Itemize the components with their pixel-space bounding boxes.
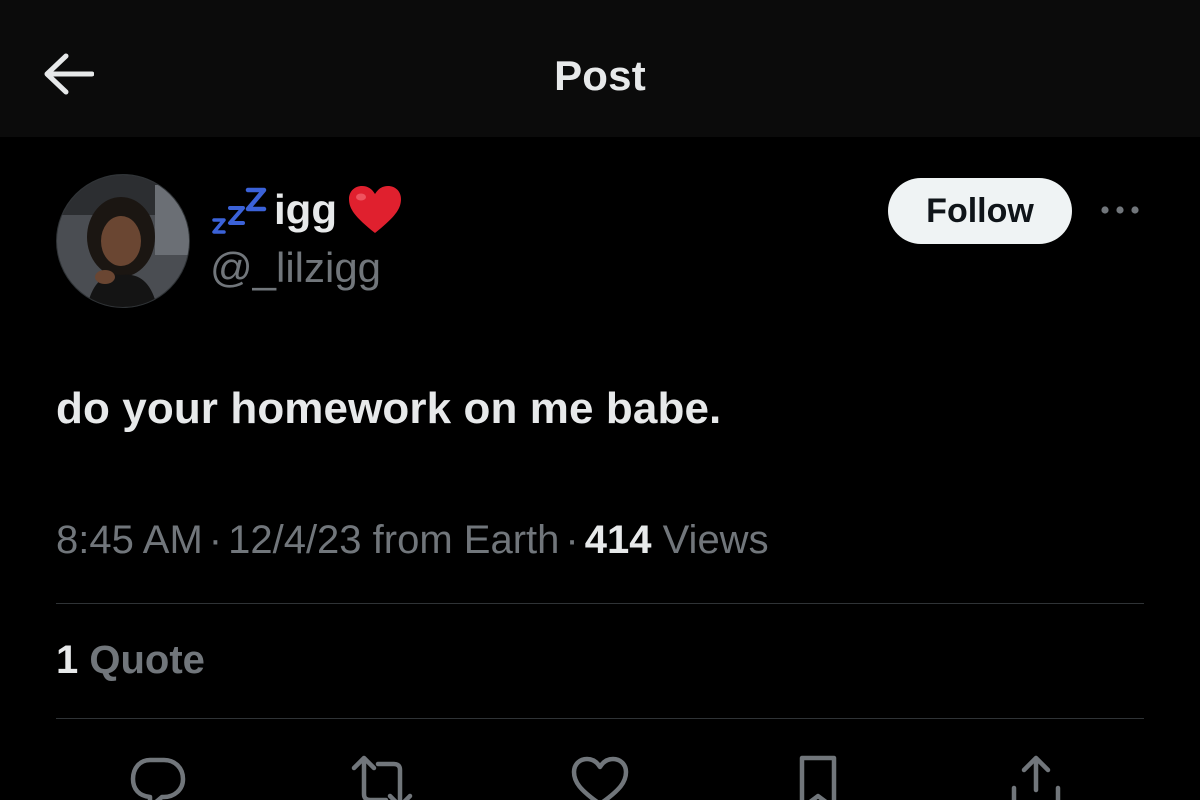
views-count: 414 — [584, 518, 652, 562]
post-meta: 8:45 AM · 12/4/23 from Earth · 414 Views — [56, 518, 769, 563]
author-name-row[interactable]: igg — [210, 182, 403, 238]
top-bar: Post — [0, 0, 1200, 137]
share-button[interactable] — [1004, 752, 1068, 800]
post-date-source: 12/4/23 from Earth — [228, 518, 560, 562]
repost-icon — [350, 752, 414, 800]
page-title: Post — [554, 52, 646, 99]
quotes-link[interactable]: 1 Quote — [56, 638, 205, 683]
divider — [56, 603, 1144, 604]
reply-button[interactable] — [126, 752, 190, 800]
bookmark-icon — [790, 752, 846, 800]
action-bar — [0, 752, 1200, 800]
avatar-image — [57, 175, 189, 307]
more-dots-icon — [1100, 202, 1140, 220]
share-icon — [1006, 752, 1066, 800]
author-handle[interactable]: @_lilzigg — [210, 244, 381, 292]
repost-button[interactable] — [350, 752, 414, 800]
quotes-label: Quote — [89, 638, 205, 682]
views-label: Views — [662, 518, 769, 562]
reply-icon — [128, 752, 188, 800]
follow-button[interactable]: Follow — [888, 178, 1072, 244]
post-time[interactable]: 8:45 AM — [56, 518, 203, 562]
author-display-name: igg — [274, 186, 337, 233]
red-heart-icon — [347, 185, 403, 235]
meta-separator: · — [208, 518, 223, 562]
heart-outline-icon — [568, 752, 632, 800]
more-options-button[interactable] — [1094, 194, 1146, 228]
post-text: do your homework on me babe. — [56, 384, 722, 433]
like-button[interactable] — [568, 752, 632, 800]
divider — [56, 718, 1144, 719]
bookmark-button[interactable] — [786, 752, 850, 800]
post-page: Post igg @_lilzigg Follow do your homewo… — [0, 0, 1200, 800]
quotes-count: 1 — [56, 638, 79, 682]
sleeping-zzz-icon — [210, 184, 268, 236]
meta-separator: · — [565, 518, 579, 562]
avatar[interactable] — [56, 174, 190, 308]
